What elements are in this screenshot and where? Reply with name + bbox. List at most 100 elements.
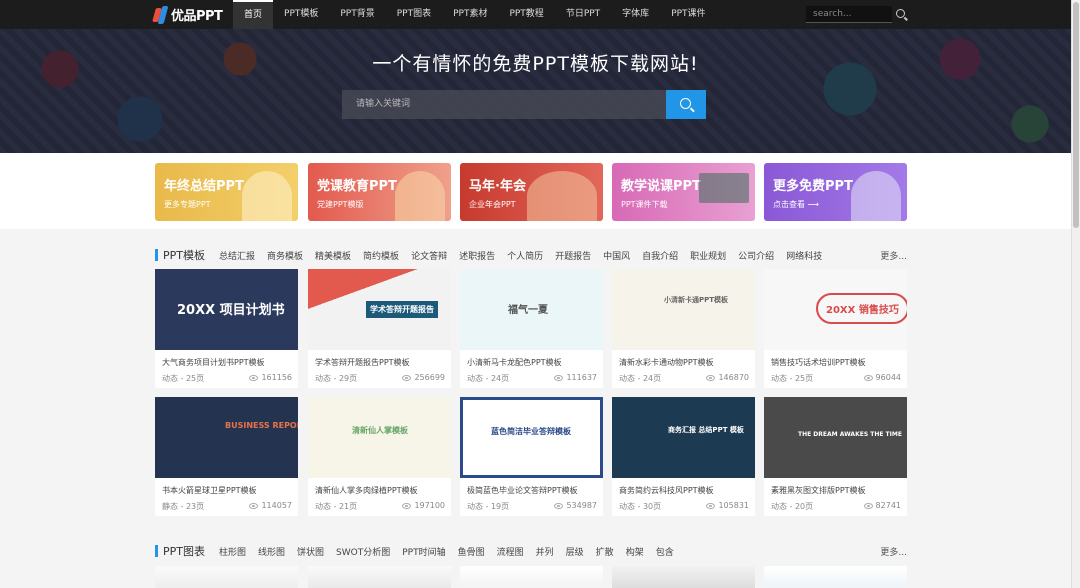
- template-thumbnail[interactable]: 福气一夏: [460, 269, 603, 350]
- template-thumbnail[interactable]: 学术答辩开题报告: [308, 269, 451, 350]
- page-scrollbar[interactable]: [1071, 0, 1080, 588]
- template-name[interactable]: 清新仙人掌多肉绿植PPT模板: [315, 485, 447, 496]
- tag-resume[interactable]: 个人简历: [507, 249, 543, 262]
- tag-structure[interactable]: 构架: [626, 545, 644, 558]
- hero-search-button[interactable]: [666, 90, 706, 119]
- template-thumbnail[interactable]: 20XX 项目计划书: [155, 269, 298, 350]
- search-icon[interactable]: [896, 9, 905, 18]
- template-name[interactable]: 商务简约云科技风PPT模板: [619, 485, 751, 496]
- section-title[interactable]: PPT图表: [163, 543, 205, 559]
- template-thumbnail[interactable]: 清新仙人掌模板: [308, 397, 451, 478]
- promo-banner-teaching[interactable]: 教学说课PPT PPT课件下载: [612, 163, 755, 221]
- chart-card[interactable]: [308, 566, 451, 588]
- tag-parallel[interactable]: 并列: [536, 545, 554, 558]
- section-title[interactable]: PPT模板: [163, 247, 205, 263]
- tag-work-report[interactable]: 述职报告: [459, 249, 495, 262]
- tag-fishbone[interactable]: 鱼骨图: [458, 545, 485, 558]
- top-navbar: 优品PPT 首页 PPT模板 PPT背景 PPT图表 PPT素材 PPT教程 节…: [0, 0, 1071, 29]
- tag-line-chart[interactable]: 线形图: [258, 545, 285, 558]
- nav-item-ppt-courseware[interactable]: PPT课件: [660, 0, 716, 29]
- nav-item-fonts[interactable]: 字体库: [611, 0, 660, 29]
- template-name[interactable]: 极简蓝色毕业论文答辩PPT模板: [467, 485, 599, 496]
- tag-diffusion[interactable]: 扩散: [596, 545, 614, 558]
- site-logo[interactable]: 优品PPT: [152, 0, 232, 29]
- template-name[interactable]: 小清新马卡龙配色PPT模板: [467, 357, 599, 368]
- tag-chinese-style[interactable]: 中国风: [603, 249, 630, 262]
- tag-swot[interactable]: SWOT分析图: [336, 545, 390, 558]
- chart-card[interactable]: [460, 566, 603, 588]
- tag-self-intro[interactable]: 自我介绍: [642, 249, 678, 262]
- template-thumbnail[interactable]: 蓝色简洁毕业答辩模板: [460, 397, 603, 478]
- tag-bar-chart[interactable]: 柱形图: [219, 545, 246, 558]
- promo-banner-subtitle: 更多专题PPT: [164, 200, 211, 209]
- template-card[interactable]: 20XX 销售技巧 销售技巧话术培训PPT模板 动态 - 25页 96044: [764, 269, 907, 388]
- tag-hierarchy[interactable]: 层级: [566, 545, 584, 558]
- thumbnail-title: 清新仙人掌模板: [352, 426, 408, 435]
- thumbnail-title: 商务汇报 总结PPT 模板: [668, 426, 744, 434]
- chart-card[interactable]: [155, 566, 298, 588]
- nav-item-holiday-ppt[interactable]: 节日PPT: [555, 0, 611, 29]
- eye-icon: [249, 502, 259, 509]
- nav-item-ppt-tutorials[interactable]: PPT教程: [498, 0, 554, 29]
- template-name[interactable]: 学术答辩开题报告PPT模板: [315, 357, 447, 368]
- tag-pie-chart[interactable]: 饼状图: [297, 545, 324, 558]
- tag-proposal-report[interactable]: 开题报告: [555, 249, 591, 262]
- template-thumbnail[interactable]: THE DREAM AWAKES THE TIME: [764, 397, 907, 478]
- tag-timeline[interactable]: PPT时间轴: [402, 545, 445, 558]
- template-name[interactable]: 清新水彩卡通动物PPT模板: [619, 357, 751, 368]
- chart-card[interactable]: [764, 566, 907, 588]
- view-count: 197100: [402, 501, 445, 510]
- view-count: 111637: [554, 373, 597, 382]
- chart-card[interactable]: [612, 566, 755, 588]
- promo-banner-strip: 年终总结PPT 更多专题PPT 党课教育PPT 党建PPT模版 马年·年会 企业…: [0, 153, 1071, 229]
- tag-thesis-defense[interactable]: 论文答辩: [411, 249, 447, 262]
- tag-career-plan[interactable]: 职业规划: [690, 249, 726, 262]
- hero-banner: 一个有情怀的免费PPT模板下载网站! 请输入关键词: [0, 29, 1071, 153]
- template-card[interactable]: 清新仙人掌模板 清新仙人掌多肉绿植PPT模板 动态 - 21页 197100: [308, 397, 451, 516]
- tag-contain[interactable]: 包含: [656, 545, 674, 558]
- template-card[interactable]: 学术答辩开题报告 学术答辩开题报告PPT模板 动态 - 29页 256699: [308, 269, 451, 388]
- hero-search-input[interactable]: 请输入关键词: [342, 90, 666, 119]
- view-count: 146870: [706, 373, 749, 382]
- template-card[interactable]: 商务汇报 总结PPT 模板 商务简约云科技风PPT模板 动态 - 30页 105831: [612, 397, 755, 516]
- thumbnail-title: 福气一夏: [508, 305, 548, 316]
- template-card[interactable]: BUSINESS REPORT 书本火箭星球卫星PPT模板静态 - 23页 1140…: [155, 397, 298, 516]
- nav-item-home[interactable]: 首页: [233, 0, 274, 29]
- tag-business[interactable]: 商务模板: [267, 249, 303, 262]
- promo-banner-annual-party[interactable]: 马年·年会 企业年会PPT: [460, 163, 603, 221]
- template-card[interactable]: 福气一夏 小清新马卡龙配色PPT模板 动态 - 24页 111637: [460, 269, 603, 388]
- tag-tech[interactable]: 网络科技: [786, 249, 822, 262]
- template-card[interactable]: 蓝色简洁毕业答辩模板 极简蓝色毕业论文答辩PPT模板 动态 - 19页 534987: [460, 397, 603, 516]
- promo-banner-year-end[interactable]: 年终总结PPT 更多专题PPT: [155, 163, 298, 221]
- tag-simple[interactable]: 简约模板: [363, 249, 399, 262]
- template-thumbnail[interactable]: 商务汇报 总结PPT 模板: [612, 397, 755, 478]
- nav-item-ppt-materials[interactable]: PPT素材: [442, 0, 498, 29]
- view-count: 105831: [706, 501, 749, 510]
- nav-item-ppt-backgrounds[interactable]: PPT背景: [329, 0, 385, 29]
- template-name[interactable]: 书本火箭星球卫星PPT模板: [162, 485, 294, 496]
- search-icon: [680, 98, 691, 109]
- template-name[interactable]: 销售技巧话术培训PPT模板: [771, 357, 903, 368]
- top-search-input[interactable]: search...: [806, 6, 892, 23]
- tag-company-intro[interactable]: 公司介绍: [738, 249, 774, 262]
- template-thumbnail[interactable]: 20XX 销售技巧: [764, 269, 907, 350]
- tag-beautiful[interactable]: 精美模板: [315, 249, 351, 262]
- promo-banner-more-free[interactable]: 更多免费PPT 点击查看 ⟶: [764, 163, 907, 221]
- template-name[interactable]: 素雅黑灰图文排版PPT模板: [771, 485, 903, 496]
- scrollbar-thumb[interactable]: [1073, 2, 1079, 228]
- more-link[interactable]: 更多...: [880, 545, 907, 558]
- template-name[interactable]: 大气商务项目计划书PPT模板: [162, 357, 294, 368]
- more-link[interactable]: 更多...: [880, 249, 907, 262]
- template-card[interactable]: 小清新卡通PPT模板 清新水彩卡通动物PPT模板 动态 - 24页 146870: [612, 269, 755, 388]
- promo-banner-party-education[interactable]: 党课教育PPT 党建PPT模版: [308, 163, 451, 221]
- nav-item-ppt-templates[interactable]: PPT模板: [273, 0, 329, 29]
- template-meta: 静态 - 23页: [162, 502, 205, 511]
- template-thumbnail[interactable]: BUSINESS REPORT: [155, 397, 298, 478]
- tag-flowchart[interactable]: 流程图: [497, 545, 524, 558]
- template-card[interactable]: 20XX 项目计划书 大气商务项目计划书PPT模板 动态 - 25页 161156: [155, 269, 298, 388]
- building-illustration-icon: [395, 171, 445, 221]
- nav-item-ppt-charts[interactable]: PPT图表: [386, 0, 442, 29]
- tag-summary-report[interactable]: 总结汇报: [219, 249, 255, 262]
- template-thumbnail[interactable]: 小清新卡通PPT模板: [612, 269, 755, 350]
- template-card[interactable]: THE DREAM AWAKES THE TIME 素雅黑灰图文排版PPT模板 动态…: [764, 397, 907, 516]
